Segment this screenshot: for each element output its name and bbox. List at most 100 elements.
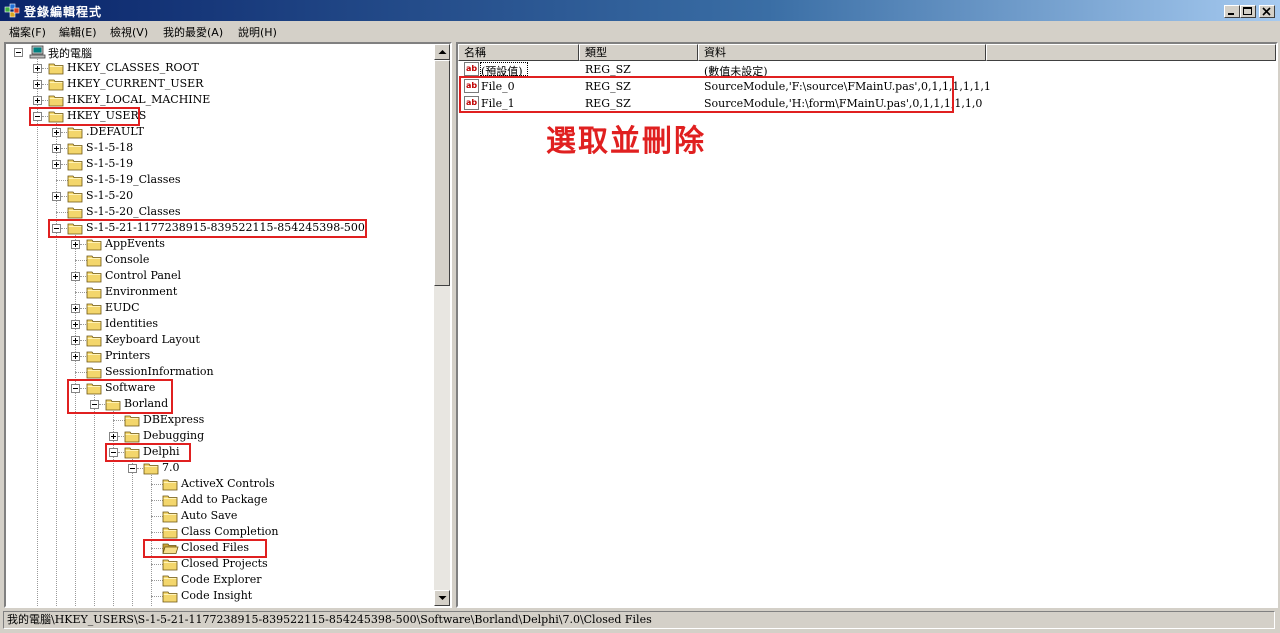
expand-icon[interactable] xyxy=(109,432,118,441)
collapse-icon[interactable] xyxy=(14,48,23,57)
tree-node[interactable]: EUDC xyxy=(6,300,436,316)
folder-icon xyxy=(48,61,65,75)
tree-node-label: HKEY_CURRENT_USER xyxy=(67,77,204,90)
tree-node[interactable]: HKEY_LOCAL_MACHINE xyxy=(6,92,436,108)
folder-icon xyxy=(86,333,103,347)
tree-node[interactable]: Console xyxy=(6,252,436,268)
menu-edit[interactable]: 編輯(E) xyxy=(59,24,97,40)
registry-tree[interactable]: 我的電腦 HKEY_CLASSES_ROOT HKEY_CURRENT_USER HK… xyxy=(4,42,452,608)
minimize-icon xyxy=(1228,13,1234,15)
status-path: 我的電腦\HKEY_USERS\S-1-5-21-1177238915-8395… xyxy=(3,611,1275,629)
tree-node[interactable]: 我的電腦 xyxy=(6,44,436,60)
tree-node-label: Keyboard Layout xyxy=(105,333,200,346)
tree-node-label: Class Completion xyxy=(181,525,279,538)
tree-node[interactable]: .DEFAULT xyxy=(6,124,436,140)
expand-icon[interactable] xyxy=(52,192,61,201)
title-bar: 登錄編輯程式 xyxy=(0,0,1280,21)
column-header-type[interactable]: 類型 xyxy=(579,44,698,61)
column-header-data[interactable]: 資料 xyxy=(698,44,986,61)
tree-node[interactable]: HKEY_CLASSES_ROOT xyxy=(6,60,436,76)
tree-node[interactable]: S-1-5-20_Classes xyxy=(6,204,436,220)
value-type: REG_SZ xyxy=(585,63,631,76)
tree-node[interactable]: Borland xyxy=(6,396,436,412)
tree-node[interactable]: Debugging xyxy=(6,428,436,444)
menu-help[interactable]: 說明(H) xyxy=(238,24,277,40)
folder-icon xyxy=(162,493,179,507)
tree-node-label: Code Insight xyxy=(181,589,253,602)
tree-node[interactable]: Printers xyxy=(6,348,436,364)
expand-icon[interactable] xyxy=(71,352,80,361)
maximize-button[interactable] xyxy=(1240,5,1256,18)
expand-icon[interactable] xyxy=(71,320,80,329)
column-header-name[interactable]: 名稱 xyxy=(458,44,579,61)
expand-icon[interactable] xyxy=(52,160,61,169)
menu-file[interactable]: 檔案(F) xyxy=(9,24,46,40)
expand-icon[interactable] xyxy=(71,304,80,313)
tree-node-label: Code Explorer xyxy=(181,573,262,586)
tree-node-label: Closed Projects xyxy=(181,557,268,570)
expand-icon[interactable] xyxy=(33,64,42,73)
collapse-icon[interactable] xyxy=(128,464,137,473)
folder-icon xyxy=(86,301,103,315)
expand-icon[interactable] xyxy=(33,96,42,105)
tree-node[interactable]: ActiveX Controls xyxy=(6,476,436,492)
close-button[interactable] xyxy=(1259,5,1275,18)
expand-icon[interactable] xyxy=(71,272,80,281)
tree-node[interactable]: Identities xyxy=(6,316,436,332)
tree-node[interactable]: S-1-5-19 xyxy=(6,156,436,172)
focus-rect xyxy=(480,62,528,76)
tree-node-label: EUDC xyxy=(105,301,140,314)
folder-icon xyxy=(162,573,179,587)
tree-node[interactable]: Control Panel xyxy=(6,268,436,284)
tree-node[interactable]: Keyboard Layout xyxy=(6,332,436,348)
expand-icon[interactable] xyxy=(52,128,61,137)
expand-icon[interactable] xyxy=(71,336,80,345)
folder-icon xyxy=(86,269,103,283)
tree-node-label: Auto Save xyxy=(181,509,238,522)
tree-node[interactable]: HKEY_CURRENT_USER xyxy=(6,76,436,92)
tree-node[interactable]: SessionInformation xyxy=(6,364,436,380)
folder-icon xyxy=(143,461,160,475)
tree-node-label: 7.0 xyxy=(162,461,180,474)
tree-node[interactable]: S-1-5-19_Classes xyxy=(6,172,436,188)
tree-node[interactable]: Add to Package xyxy=(6,492,436,508)
tree-node-label: AppEvents xyxy=(105,237,165,250)
folder-icon xyxy=(67,141,84,155)
scroll-down-button[interactable] xyxy=(434,590,450,606)
annotation-text: 選取並刪除 xyxy=(546,124,706,159)
tree-node-label: Identities xyxy=(105,317,159,330)
folder-icon xyxy=(124,413,141,427)
tree-node[interactable]: AppEvents xyxy=(6,236,436,252)
folder-icon xyxy=(67,173,84,187)
menu-favorites[interactable]: 我的最愛(A) xyxy=(163,24,223,40)
tree-node-label: Console xyxy=(105,253,150,266)
tree-node[interactable]: Auto Save xyxy=(6,508,436,524)
tree-scrollbar[interactable] xyxy=(434,44,450,606)
scroll-thumb[interactable] xyxy=(434,60,450,286)
column-header-filler xyxy=(986,44,1276,61)
arrow-up-icon xyxy=(438,50,447,54)
tree-node-label: Add to Package xyxy=(181,493,268,506)
tree-node[interactable]: DBExpress xyxy=(6,412,436,428)
collapse-icon[interactable] xyxy=(90,400,99,409)
folder-icon xyxy=(124,429,141,443)
tree-node[interactable]: 7.0 xyxy=(6,460,436,476)
tree-node[interactable]: Closed Projects xyxy=(6,556,436,572)
expand-icon[interactable] xyxy=(33,80,42,89)
minimize-button[interactable] xyxy=(1224,5,1240,18)
tree-node[interactable]: S-1-5-18 xyxy=(6,140,436,156)
tree-node[interactable]: Environment xyxy=(6,284,436,300)
scroll-up-button[interactable] xyxy=(434,44,450,60)
menu-view[interactable]: 檢視(V) xyxy=(110,24,148,40)
expand-icon[interactable] xyxy=(52,144,61,153)
folder-icon xyxy=(162,525,179,539)
tree-node-label: S-1-5-19_Classes xyxy=(86,173,181,186)
tree-node[interactable]: Class Completion xyxy=(6,524,436,540)
tree-node[interactable]: Code Insight xyxy=(6,588,436,604)
tree-node[interactable]: Code Explorer xyxy=(6,572,436,588)
expand-icon[interactable] xyxy=(71,240,80,249)
folder-icon xyxy=(86,365,103,379)
folder-icon xyxy=(162,557,179,571)
tree-node[interactable]: S-1-5-20 xyxy=(6,188,436,204)
tree-node[interactable]: Delphi xyxy=(6,444,436,460)
